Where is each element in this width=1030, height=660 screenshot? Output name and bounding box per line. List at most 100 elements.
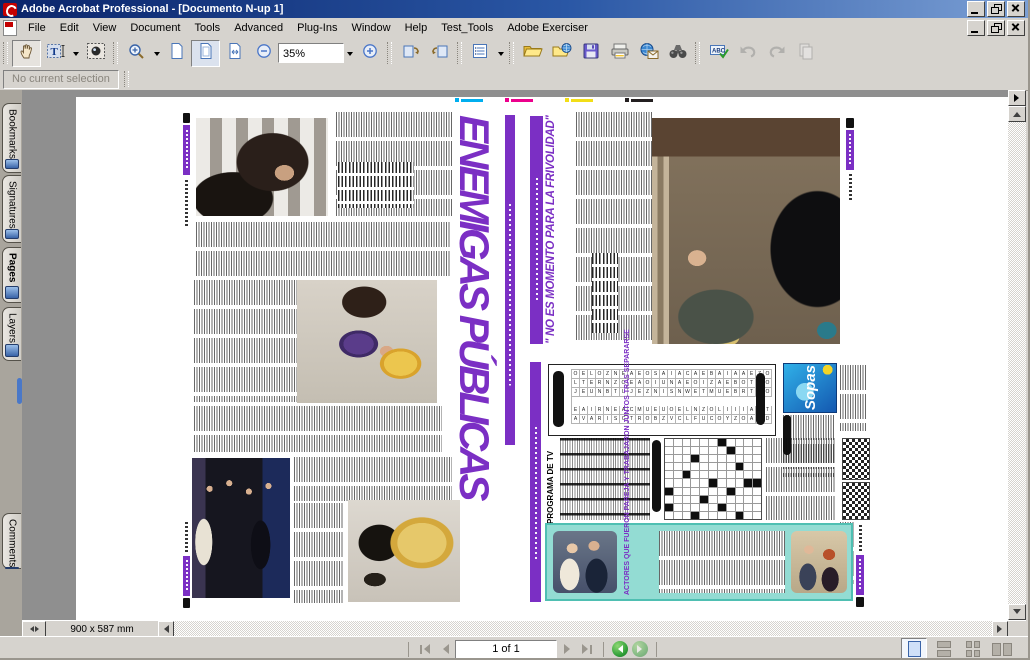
page-number-field[interactable]: 1 of 1 xyxy=(455,640,557,659)
selection-bar: No current selection xyxy=(0,68,1028,91)
tab-layers[interactable]: Layers xyxy=(2,307,21,361)
wordsearch-box: OELOZNEAEOSAIACAEBAIAAEZOLTERNZOEAOIUNAE… xyxy=(548,364,776,436)
last-page-button[interactable] xyxy=(577,640,597,658)
zoom-in-tool-button[interactable] xyxy=(122,40,151,67)
acrobat-app-icon[interactable] xyxy=(3,3,17,16)
zoom-in-button[interactable] xyxy=(355,40,384,67)
title-bar: Adobe Acrobat Professional - [Documento … xyxy=(0,0,1028,18)
close-button[interactable] xyxy=(1007,1,1025,17)
continuous-facing-layout-button[interactable] xyxy=(990,639,1014,659)
continuous-facing-icon xyxy=(992,643,1012,656)
toolbar-grip[interactable] xyxy=(457,42,462,64)
menu-adobe-exerciser[interactable]: Adobe Exerciser xyxy=(500,19,595,37)
doc-restore-button[interactable] xyxy=(987,20,1005,36)
pane-toggle-arrow-button[interactable] xyxy=(1008,90,1026,106)
previous-view-button[interactable] xyxy=(612,641,628,657)
single-page-icon xyxy=(908,641,921,657)
task-options-button[interactable] xyxy=(466,40,495,67)
actual-size-button[interactable] xyxy=(162,40,191,67)
doc-close-button[interactable] xyxy=(1007,20,1025,36)
save-button[interactable] xyxy=(576,40,605,67)
task-options-dropdown[interactable] xyxy=(495,41,506,66)
tab-comments[interactable]: Comments xyxy=(2,513,21,569)
hand-tool-button[interactable] xyxy=(12,40,41,67)
menu-document[interactable]: Document xyxy=(123,19,187,37)
tab-signatures[interactable]: Signatures xyxy=(2,175,21,243)
copy-button[interactable] xyxy=(791,40,820,67)
page-size-label: 900 x 587 mm xyxy=(46,621,158,637)
first-page-icon xyxy=(419,644,430,654)
photo-man-in-armchair xyxy=(652,118,840,344)
signatures-tab-icon xyxy=(5,229,19,239)
menu-plugins[interactable]: Plug-Ins xyxy=(290,19,344,37)
left-page-text-columns-mid xyxy=(194,280,297,402)
zoom-out-icon xyxy=(256,43,272,64)
spell-check-button[interactable]: ABC xyxy=(704,40,733,67)
acrobat-window: Adobe Acrobat Professional - [Documento … xyxy=(0,0,1030,660)
continuous-layout-button[interactable] xyxy=(932,639,956,659)
single-page-layout-button[interactable] xyxy=(901,638,927,660)
scroll-down-button[interactable] xyxy=(1008,604,1026,620)
scroll-right-button[interactable] xyxy=(992,621,1008,637)
scroll-left-button[interactable] xyxy=(158,621,174,637)
pdf-document-icon[interactable] xyxy=(3,20,17,36)
first-page-button[interactable] xyxy=(415,640,435,658)
undo-icon xyxy=(738,42,758,65)
vertical-scrollbar[interactable] xyxy=(1008,90,1026,620)
search-button[interactable] xyxy=(663,40,692,67)
email-button[interactable] xyxy=(634,40,663,67)
snapshot-button[interactable] xyxy=(81,40,110,67)
tab-bookmarks[interactable]: Bookmarks xyxy=(2,103,21,173)
menu-test-tools[interactable]: Test_Tools xyxy=(434,19,500,37)
rotate-view-ccw-button[interactable] xyxy=(425,40,454,67)
previous-page-button[interactable] xyxy=(435,640,455,658)
toolbar-grip[interactable] xyxy=(387,42,392,64)
doc-minimize-button[interactable] xyxy=(967,20,985,36)
tv-listings xyxy=(560,438,650,520)
printer-icon xyxy=(610,42,630,65)
toolbar-grip[interactable] xyxy=(124,71,129,87)
toolbar-grip[interactable] xyxy=(509,42,514,64)
fit-page-button[interactable] xyxy=(191,40,220,67)
pages-tab-icon xyxy=(5,286,19,299)
zoom-level-dropdown[interactable] xyxy=(344,41,355,66)
redo-button[interactable] xyxy=(762,40,791,67)
horizontal-scroll-track[interactable] xyxy=(174,621,992,637)
undo-button[interactable] xyxy=(733,40,762,67)
next-page-button[interactable] xyxy=(557,640,577,658)
comments-tab-icon xyxy=(5,567,19,569)
menu-window[interactable]: Window xyxy=(344,19,397,37)
zoom-tool-dropdown[interactable] xyxy=(151,41,162,66)
menu-edit[interactable]: Edit xyxy=(53,19,86,37)
web-folder-icon xyxy=(551,42,573,65)
print-button[interactable] xyxy=(605,40,634,67)
menu-help[interactable]: Help xyxy=(398,19,435,37)
zoom-level-input[interactable] xyxy=(278,43,344,63)
menu-tools[interactable]: Tools xyxy=(188,19,228,37)
rotate-view-cw-button[interactable] xyxy=(396,40,425,67)
menu-view[interactable]: View xyxy=(86,19,124,37)
document-viewport[interactable]: ENEMIGAS PÚBLICAS " NO ES MOMENTO PARA L… xyxy=(22,90,1008,620)
toolbar-grip[interactable] xyxy=(695,42,700,64)
select-tool-dropdown[interactable] xyxy=(70,41,81,66)
svg-text:ABC: ABC xyxy=(712,48,726,54)
toolbar-grip[interactable] xyxy=(3,42,8,64)
hand-icon xyxy=(18,42,36,65)
minimize-button[interactable] xyxy=(967,1,985,17)
facing-layout-button[interactable] xyxy=(961,639,985,659)
next-view-button[interactable] xyxy=(632,641,648,657)
menu-advanced[interactable]: Advanced xyxy=(227,19,290,37)
restore-button[interactable] xyxy=(987,1,1005,17)
fit-width-button[interactable] xyxy=(220,40,249,67)
svg-text:T: T xyxy=(50,46,58,58)
open-button[interactable] xyxy=(518,40,547,67)
vertical-scroll-track[interactable] xyxy=(1008,122,1026,604)
select-text-button[interactable]: T xyxy=(41,40,70,67)
open-from-web-button[interactable] xyxy=(547,40,576,67)
statusbar-splitter-button[interactable] xyxy=(22,621,46,637)
scroll-up-button[interactable] xyxy=(1008,106,1026,122)
zoom-out-button[interactable] xyxy=(249,40,278,67)
toolbar-grip[interactable] xyxy=(113,42,118,64)
menu-file[interactable]: File xyxy=(21,19,53,37)
tab-pages[interactable]: Pages xyxy=(2,247,21,303)
